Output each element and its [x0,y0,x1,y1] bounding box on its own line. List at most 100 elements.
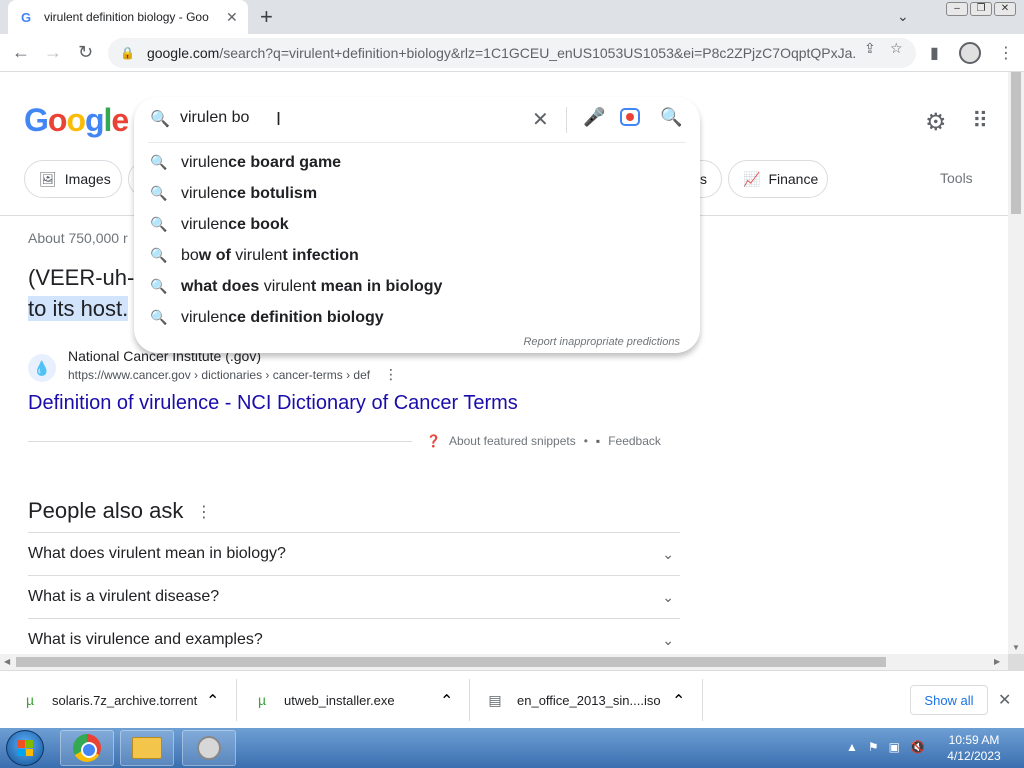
suggestion-item[interactable]: 🔍 virulence board game [134,147,700,178]
suggestion-item[interactable]: 🔍 bow of virulent infection [134,240,700,271]
snippet-divider [28,441,412,442]
chevron-down-icon: ⌄ [662,588,674,605]
url-text[interactable]: google.com/search?q=virulent+definition+… [147,45,857,61]
vertical-scrollbar[interactable]: ▲ ▼ [1008,72,1024,654]
search-icon: 🔍 [150,216,168,232]
start-button[interactable] [6,730,44,766]
download-filename: utweb_installer.exe [284,692,395,708]
taskbar-media[interactable] [182,730,236,766]
people-also-ask-heading: People also ask [28,498,184,523]
disc-icon [197,736,221,760]
search-icon: 🔍 [150,185,168,201]
forward-arrow-icon[interactable]: → [44,42,62,63]
action-center-flag-icon[interactable]: ⚑ [868,740,879,754]
chip-finance[interactable]: 📈 Finance [728,160,828,198]
paa-question[interactable]: What does virulent mean in biology? ⌄ [28,532,680,575]
search-icon: 🔍 [150,154,168,170]
profile-avatar-icon[interactable] [959,42,981,64]
menu-kebab-icon[interactable]: ⋮ [998,43,1014,63]
download-separator [702,679,703,721]
camera-lens-icon[interactable] [620,108,640,126]
tab-active[interactable]: G virulent definition biology - Goo ✕ [8,0,248,34]
featured-snippet: (VEER-uh-l to its host. [28,262,139,324]
clock-time: 10:59 AM [948,733,1000,747]
share-icon[interactable]: ⇪ [864,40,876,57]
suggestion-item[interactable]: 🔍 virulence botulism [134,178,700,209]
show-all-downloads-button[interactable]: Show all [910,685,988,715]
tray-expand-icon[interactable]: ▲ [846,740,858,754]
scrollbar-corner [1008,654,1024,670]
suggestion-item[interactable]: 🔍 virulence book [134,209,700,240]
taskbar-explorer[interactable] [120,730,174,766]
microphone-icon[interactable]: 🎤 [583,107,605,128]
download-item[interactable]: µ solaris.7z_archive.torrent [22,671,197,729]
report-predictions-link[interactable]: Report inappropriate predictions [523,336,680,348]
site-url[interactable]: https://www.cancer.gov › dictionaries › … [68,368,370,382]
apps-grid-icon[interactable]: ⠿ [972,108,988,134]
tab-close-icon[interactable]: ✕ [226,9,238,26]
download-separator [469,679,470,721]
restore-button[interactable]: ❐ [970,2,992,16]
paa-question-text: What is virulence and examples? [28,631,263,648]
help-circle-icon: ❓ [426,434,441,448]
minimize-button[interactable]: – [946,2,968,16]
chip-partial-label: s [700,171,707,187]
download-item[interactable]: ▤ en_office_2013_sin....iso [487,671,660,729]
reload-icon[interactable]: ↻ [78,42,93,63]
more-options-icon[interactable]: ⋮ [384,366,398,383]
scroll-down-arrow-icon[interactable]: ▼ [1012,643,1020,652]
logo-letter: g [84,102,105,138]
chevron-down-icon: ⌄ [662,545,674,562]
suggestion-text: virulence board game [181,153,342,171]
feedback-link[interactable]: Feedback [608,434,661,448]
drupal-site-icon: 💧 [28,354,56,382]
result-title-link[interactable]: Definition of virulence - NCI Dictionary… [28,392,518,415]
network-icon[interactable]: ▣ [889,740,900,754]
search-input[interactable]: virulen bo [180,109,249,127]
horizontal-scrollbar[interactable]: ◀ ▶ [0,654,1008,670]
address-bar[interactable]: 🔒 google.com/search?q=virulent+definitio… [108,38,916,68]
scroll-right-arrow-icon[interactable]: ▶ [994,657,1000,666]
feedback-icon: ▪ [595,434,601,448]
utorrent-installer-icon: µ [257,692,267,708]
logo-letter: e [111,102,129,138]
close-window-button[interactable]: ✕ [994,2,1016,16]
vertical-scroll-thumb[interactable] [1011,72,1021,214]
tools-button[interactable]: Tools [940,170,973,186]
windows-logo-icon [17,740,33,756]
chevron-up-icon[interactable]: ⌃ [672,691,685,711]
about-featured-snippets-link[interactable]: About featured snippets [449,434,576,448]
chevron-up-icon[interactable]: ⌃ [206,691,219,711]
taskbar-chrome[interactable] [60,730,114,766]
taskbar-clock[interactable]: 10:59 AM 4/12/2023 [944,732,1004,764]
lock-icon[interactable]: 🔒 [120,46,135,60]
clear-icon[interactable]: ✕ [532,107,549,132]
suggestion-item[interactable]: 🔍 virulence definition biology [134,302,700,333]
bookmark-star-icon[interactable]: ☆ [890,40,903,57]
more-options-icon[interactable]: ⋮ [196,502,212,522]
back-arrow-icon[interactable]: ← [12,42,30,63]
side-panel-icon[interactable]: ▮ [930,43,939,63]
suggestion-text: what does virulent mean in biology [181,277,443,295]
scroll-left-arrow-icon[interactable]: ◀ [4,657,10,666]
settings-gear-icon[interactable]: ⚙ [925,108,947,137]
suggestion-text: bow of virulent infection [181,246,359,264]
tab-search-chevron-icon[interactable]: ⌄ [897,8,909,25]
google-logo[interactable]: Google [24,102,129,139]
chevron-up-icon[interactable]: ⌃ [440,691,453,711]
url-domain: google.com [146,45,220,61]
search-submit-icon[interactable]: 🔍 [660,107,682,128]
paa-question[interactable]: What is virulence and examples? ⌄ [28,618,680,654]
close-download-shelf-icon[interactable]: ✕ [998,690,1011,710]
volume-muted-icon[interactable]: 🔇 [910,740,925,754]
new-tab-icon[interactable]: + [260,6,273,28]
url-path: /search?q=virulent+definition+biology&rl… [219,45,857,61]
search-suggestions-divider [148,142,686,143]
paa-question[interactable]: What is a virulent disease? ⌄ [28,575,680,618]
tab-strip: G virulent definition biology - Goo ✕ + … [0,0,1024,34]
download-item[interactable]: µ utweb_installer.exe [254,671,395,729]
suggestion-item[interactable]: 🔍 what does virulent mean in biology [134,271,700,302]
chip-images[interactable]: 🖼 Images [24,160,122,198]
search-icon: 🔍 [150,278,168,294]
horizontal-scroll-thumb[interactable] [16,657,886,667]
